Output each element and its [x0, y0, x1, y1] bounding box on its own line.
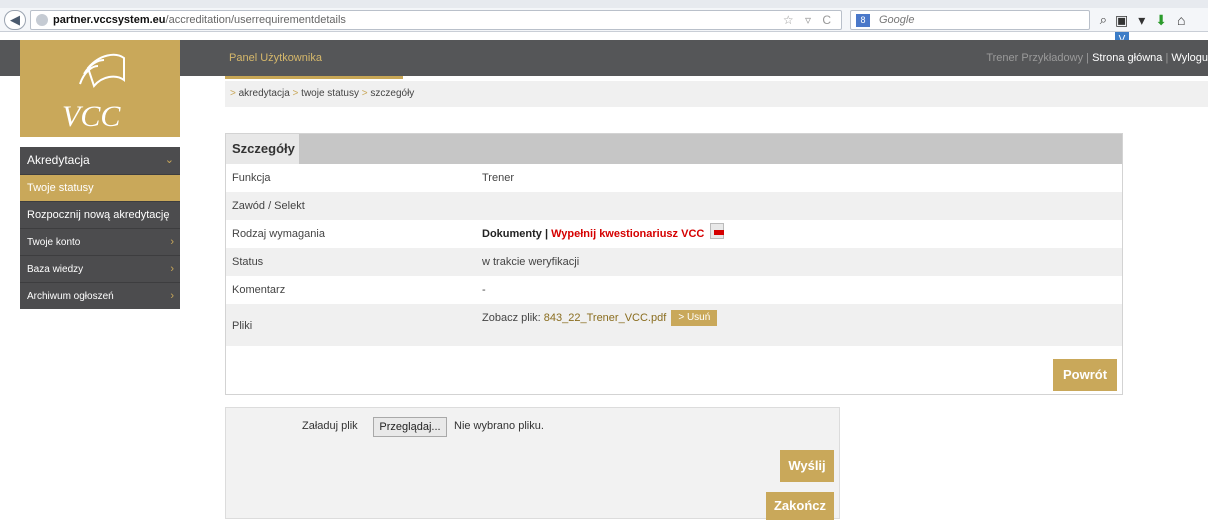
- row-label: Komentarz: [232, 284, 286, 296]
- search-box[interactable]: 8 Google ⌕: [850, 10, 1107, 30]
- remove-file-button[interactable]: > Usuń: [671, 310, 718, 326]
- browse-button[interactable]: Przeglądaj...: [373, 417, 447, 437]
- home-link[interactable]: Strona główna: [1092, 52, 1162, 64]
- details-panel: Szczegóły Funkcja Trener Zawód / Selekt …: [225, 133, 1123, 395]
- search-engine-icon[interactable]: 8: [856, 14, 870, 27]
- breadcrumb: > akredytacja > twoje statusy > szczegół…: [225, 81, 1208, 107]
- user-name: Trener Przykładowy: [986, 52, 1084, 64]
- detail-row-status: Status w trakcie weryfikacji: [226, 248, 1122, 276]
- sidebar-item-label: Twoje konto: [27, 237, 81, 248]
- logo-text: VCC: [62, 100, 121, 133]
- breadcrumb-arrow-icon: >: [361, 88, 368, 99]
- questionnaire-link[interactable]: Wypełnij kwestionariusz VCC: [551, 228, 704, 240]
- row-label: Zawód / Selekt: [232, 200, 305, 212]
- chevron-right-icon: ›: [170, 236, 174, 248]
- upload-panel: Załaduj plik Przeglądaj... Nie wybrano p…: [225, 407, 840, 520]
- browser-toolbar: ◀ partner.vccsystem.eu/accreditation/use…: [0, 8, 1208, 48]
- sidebar-item-label: Akredytacja: [27, 153, 90, 167]
- send-button[interactable]: Wyślij: [780, 450, 834, 482]
- panel-title-underline: [225, 76, 403, 79]
- sidebar-item-label: Archiwum ogłoszeń: [27, 291, 114, 302]
- row-label: Rodzaj wymagania: [232, 228, 325, 240]
- detail-row-rodzaj: Rodzaj wymagania Dokumenty | Wypełnij kw…: [226, 220, 1122, 248]
- row-value: Zobacz plik: 843_22_Trener_VCC.pdf > Usu…: [482, 304, 718, 332]
- sidebar-item-label: Baza wiedzy: [27, 264, 84, 275]
- search-icon[interactable]: ⌕: [1100, 12, 1107, 28]
- file-link[interactable]: 843_22_Trener_VCC.pdf: [544, 312, 667, 324]
- detail-row-pliki: Pliki Zobacz plik: 843_22_Trener_VCC.pdf…: [226, 304, 1122, 346]
- detail-row-komentarz: Komentarz -: [226, 276, 1122, 304]
- home-icon[interactable]: ⌂: [1177, 12, 1195, 28]
- bookmark-reload-icons[interactable]: ☆ ▿ C: [783, 13, 835, 27]
- sidebar: Akredytacja ⌄ Twoje statusy Rozpocznij n…: [20, 147, 180, 309]
- separator: |: [544, 228, 549, 240]
- chevron-down-icon: ⌄: [164, 154, 174, 166]
- row-value: Trener: [482, 172, 514, 184]
- address-bar[interactable]: partner.vccsystem.eu/accreditation/userr…: [30, 10, 842, 30]
- back-button[interactable]: ◀: [4, 10, 26, 30]
- sidebar-item-nowa-akredytacja[interactable]: Rozpocznij nową akredytację: [20, 201, 180, 228]
- details-title: Szczegóły: [226, 134, 299, 164]
- row-label: Status: [232, 256, 264, 268]
- documents-label: Dokumenty: [482, 228, 542, 240]
- finish-button[interactable]: Zakończ: [766, 492, 834, 520]
- site-header: Panel Użytkownika Trener Przykładowy | S…: [0, 40, 1208, 76]
- breadcrumb-item[interactable]: akredytacja: [239, 88, 290, 99]
- row-label: Funkcja: [232, 172, 271, 184]
- sidebar-item-baza-wiedzy[interactable]: Baza wiedzy ›: [20, 255, 180, 282]
- detail-row-funkcja: Funkcja Trener: [226, 164, 1122, 192]
- breadcrumb-item[interactable]: twoje statusy: [301, 88, 359, 99]
- row-value: -: [482, 284, 486, 296]
- breadcrumb-arrow-icon: >: [230, 88, 236, 99]
- row-value: Dokumenty | Wypełnij kwestionariusz VCC: [482, 220, 725, 248]
- details-header: Szczegóły: [226, 134, 1122, 164]
- sidebar-item-label: Rozpocznij nową akredytację: [27, 209, 170, 221]
- no-file-text: Nie wybrano pliku.: [454, 420, 544, 432]
- separator: |: [1165, 52, 1169, 64]
- url-text: partner.vccsystem.eu/accreditation/userr…: [53, 14, 346, 26]
- status-value: w trakcie weryfikacji: [482, 256, 580, 268]
- user-nav: Trener Przykładowy | Strona główna | Wyl…: [986, 52, 1208, 64]
- breadcrumb-item-current: szczegóły: [370, 88, 415, 99]
- search-input[interactable]: Google: [879, 14, 914, 26]
- separator: |: [1086, 52, 1090, 64]
- panel-title: Panel Użytkownika: [229, 52, 322, 64]
- download-icon[interactable]: ⬇: [1155, 12, 1177, 28]
- globe-icon: [36, 14, 48, 26]
- upload-label: Załaduj plik: [302, 420, 358, 432]
- pdf-icon[interactable]: [710, 223, 725, 239]
- sidebar-item-label: Twoje statusy: [27, 182, 94, 194]
- bookmarks-menu-icon[interactable]: ▣▾: [1115, 12, 1155, 28]
- sidebar-item-twoje-konto[interactable]: Twoje konto ›: [20, 228, 180, 255]
- breadcrumb-arrow-icon: >: [292, 88, 299, 99]
- detail-row-zawod: Zawód / Selekt: [226, 192, 1122, 220]
- chevron-right-icon: ›: [170, 290, 174, 302]
- sidebar-item-twoje-statusy[interactable]: Twoje statusy: [20, 174, 180, 201]
- logout-link[interactable]: Wylogu: [1171, 52, 1208, 64]
- sidebar-item-akredytacja[interactable]: Akredytacja ⌄: [20, 147, 180, 174]
- back-button-powrot[interactable]: Powrót: [1053, 359, 1117, 391]
- chevron-right-icon: ›: [170, 263, 174, 275]
- file-prefix: Zobacz plik:: [482, 312, 541, 324]
- window-top-strip: [0, 0, 1208, 8]
- sidebar-item-archiwum[interactable]: Archiwum ogłoszeń ›: [20, 282, 180, 309]
- row-label: Pliki: [232, 320, 253, 332]
- vcc-logo[interactable]: VCC: [20, 40, 180, 137]
